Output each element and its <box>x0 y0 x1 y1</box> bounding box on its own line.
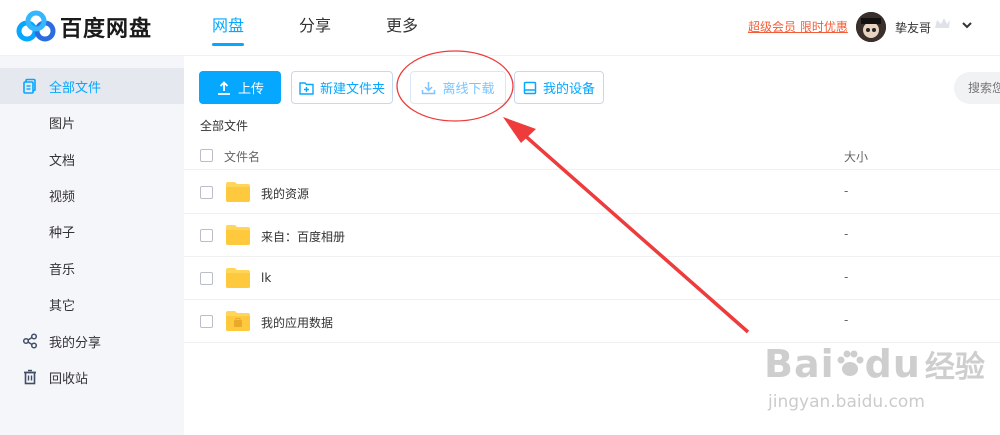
trash-icon <box>21 368 39 386</box>
search-input[interactable] <box>954 72 1000 104</box>
username[interactable]: 挚友哥 <box>895 19 931 36</box>
sidebar-item-label: 音乐 <box>49 262 76 278</box>
share-icon <box>21 332 39 350</box>
sidebar-item-label: 其它 <box>49 298 76 314</box>
table-row[interactable]: 我的应用数据 - <box>184 300 1000 343</box>
column-header-name[interactable]: 文件名 <box>224 148 260 165</box>
file-size: - <box>844 313 849 327</box>
main-nav: 网盘 分享 更多 <box>200 0 461 56</box>
files-icon <box>21 77 39 95</box>
table-row[interactable]: 来自：百度相册 - <box>184 214 1000 257</box>
column-header-size[interactable]: 大小 <box>844 148 868 165</box>
watermark-url: jingyan.baidu.com <box>768 392 925 412</box>
file-name[interactable]: 来自：百度相册 <box>261 228 345 245</box>
my-devices-label: 我的设备 <box>542 82 595 97</box>
table-row[interactable]: 我的资源 - <box>184 171 1000 214</box>
sidebar-item-label: 视频 <box>49 189 76 205</box>
sidebar-item-label: 回收站 <box>49 371 89 387</box>
nav-tab-share[interactable]: 分享 <box>287 0 343 56</box>
sidebar-item-label: 图片 <box>49 116 76 132</box>
file-size: - <box>844 184 849 198</box>
nav-tab-netdisk[interactable]: 网盘 <box>200 0 256 56</box>
sidebar-item-videos[interactable]: 视频 <box>0 177 184 213</box>
download-icon <box>422 82 436 95</box>
sidebar-item-all-files[interactable]: 全部文件 <box>0 68 184 104</box>
sidebar-item-images[interactable]: 图片 <box>0 104 184 140</box>
my-devices-button[interactable]: 我的设备 <box>514 71 604 104</box>
new-folder-label: 新建文件夹 <box>319 82 385 97</box>
sidebar-item-label: 全部文件 <box>49 80 102 96</box>
file-name[interactable]: lk <box>261 271 271 285</box>
baidu-netdisk-logo-icon <box>16 10 56 42</box>
folder-icon <box>226 225 250 245</box>
baidu-jingyan-watermark: Bai du 经验 <box>764 342 985 386</box>
device-icon <box>523 81 537 94</box>
row-checkbox[interactable] <box>200 315 213 328</box>
offline-download-button[interactable]: 离线下载 <box>410 71 506 104</box>
folder-icon <box>226 182 250 202</box>
file-name[interactable]: 我的应用数据 <box>261 314 333 331</box>
sidebar-item-music[interactable]: 音乐 <box>0 250 184 286</box>
vip-promo-link[interactable]: 超级会员 限时优惠 <box>748 18 848 35</box>
watermark-brand: Bai <box>764 342 835 386</box>
new-folder-icon <box>299 81 314 95</box>
app-data-folder-icon <box>226 311 250 331</box>
app-logo[interactable]: 百度网盘 <box>16 10 152 44</box>
new-folder-button[interactable]: 新建文件夹 <box>291 71 393 104</box>
select-all-checkbox[interactable] <box>200 149 213 162</box>
file-size: - <box>844 270 849 284</box>
file-size: - <box>844 227 849 241</box>
offline-download-label: 离线下载 <box>442 82 495 97</box>
watermark-brand-suffix: du <box>864 342 921 386</box>
sidebar-item-my-shares[interactable]: 我的分享 <box>0 323 184 359</box>
sidebar: 全部文件 图片 文档 视频 种子 音乐 其它 我的分享 回收站 <box>0 56 184 435</box>
chevron-down-icon[interactable] <box>960 18 974 32</box>
avatar[interactable] <box>856 12 886 42</box>
row-checkbox[interactable] <box>200 186 213 199</box>
crown-icon <box>935 18 950 28</box>
upload-icon <box>217 80 230 95</box>
upload-button-label: 上传 <box>237 82 264 97</box>
breadcrumb[interactable]: 全部文件 <box>200 117 248 134</box>
folder-icon <box>226 268 250 288</box>
sidebar-item-label: 种子 <box>49 225 76 241</box>
sidebar-item-other[interactable]: 其它 <box>0 286 184 322</box>
sidebar-item-recycle-bin[interactable]: 回收站 <box>0 359 184 395</box>
row-checkbox[interactable] <box>200 229 213 242</box>
paw-logo-icon <box>837 350 864 376</box>
file-name[interactable]: 我的资源 <box>261 185 309 202</box>
sidebar-item-label: 文档 <box>49 153 76 169</box>
upload-button[interactable]: 上传 <box>199 71 281 104</box>
nav-tab-more[interactable]: 更多 <box>374 0 430 56</box>
sidebar-item-torrents[interactable]: 种子 <box>0 213 184 249</box>
table-row[interactable]: lk - <box>184 257 1000 300</box>
app-title: 百度网盘 <box>60 17 153 42</box>
sidebar-item-label: 我的分享 <box>49 335 102 351</box>
top-bar: 百度网盘 网盘 分享 更多 超级会员 限时优惠 挚友哥 <box>0 0 1000 56</box>
row-checkbox[interactable] <box>200 272 213 285</box>
watermark-cn: 经验 <box>924 350 985 385</box>
table-header: 文件名 大小 <box>184 140 1000 170</box>
sidebar-item-documents[interactable]: 文档 <box>0 141 184 177</box>
